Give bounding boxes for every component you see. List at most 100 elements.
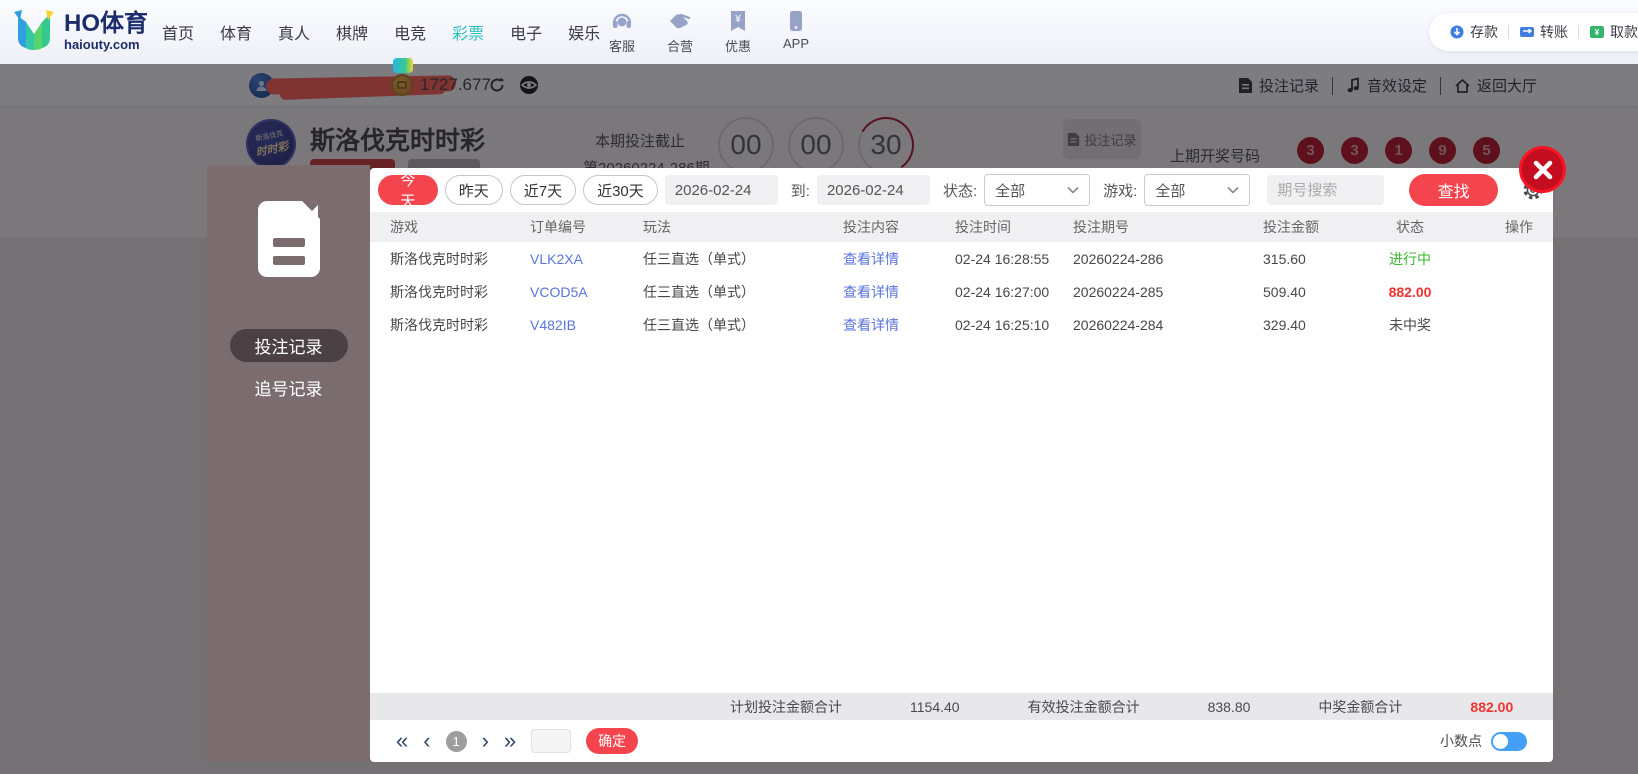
partner-button[interactable]: 合营: [658, 8, 702, 55]
bet-records-modal: 今天 昨天 近7天 近30天 到: 状态: 全部 游戏: 全部 查找 游戏 订单…: [370, 168, 1553, 762]
nav-cards[interactable]: 棋牌: [336, 20, 368, 44]
transfer-button[interactable]: 转账: [1519, 22, 1568, 42]
view-detail-link[interactable]: 查看详情: [843, 315, 955, 335]
col-status: 状态: [1396, 219, 1424, 235]
col-time: 投注时间: [955, 219, 1011, 235]
divider: [1578, 25, 1579, 39]
nav-entertainment[interactable]: 娱乐: [568, 20, 600, 44]
main-nav: 首页 体育 真人 棋牌 电竞 彩票 电子 娱乐: [162, 0, 600, 64]
cell-time: 02-24 16:28:55: [955, 250, 1050, 267]
status-select-value: 全部: [995, 182, 1026, 200]
filter-yesterday-button[interactable]: 昨天: [444, 175, 503, 205]
cell-amount: 315.60: [1263, 250, 1306, 267]
nav-sports[interactable]: 体育: [220, 20, 252, 44]
game-select[interactable]: 全部: [1144, 174, 1251, 206]
status-badge: 882.00: [1388, 283, 1432, 300]
prev-page-button[interactable]: ‹: [423, 730, 430, 752]
valid-total-label: 有效投注金额合计: [1027, 698, 1140, 715]
logo-title: HO体育: [64, 9, 148, 37]
win-total-value: 882.00: [1470, 698, 1514, 715]
cell-game: 斯洛伐克时时彩: [390, 250, 488, 267]
filter-bar: 今天 昨天 近7天 近30天 到: 状态: 全部 游戏: 全部 查找: [370, 168, 1553, 212]
deposit-button[interactable]: 存款: [1449, 22, 1498, 42]
partner-label: 合营: [666, 39, 693, 54]
cell-play: 任三直选（单式）: [643, 283, 755, 300]
page-jump-input[interactable]: [531, 729, 572, 753]
sidebar-item-chase-records[interactable]: 追号记录: [255, 375, 323, 400]
date-from-input[interactable]: [664, 175, 778, 205]
records-modal-sidebar: 投注记录 追号记录: [207, 165, 370, 762]
date-to-input[interactable]: [816, 175, 930, 205]
nav-slots[interactable]: 电子: [510, 20, 542, 44]
top-navbar: HO体育 haiouty.com 首页 体育 真人 棋牌 电竞 彩票 电子 娱乐…: [0, 0, 1638, 64]
confirm-page-button[interactable]: 确定: [586, 728, 639, 754]
handshake-icon: [667, 8, 693, 34]
promotions-label: 优惠: [724, 39, 751, 54]
transfer-label: 转账: [1540, 24, 1568, 40]
issue-search-input[interactable]: [1267, 175, 1385, 205]
order-link[interactable]: V482IB: [530, 317, 643, 333]
nav-lottery[interactable]: 彩票: [452, 20, 484, 44]
cell-time: 02-24 16:25:10: [955, 316, 1050, 333]
nav-home[interactable]: 首页: [162, 20, 194, 44]
col-issue: 投注期号: [1073, 219, 1129, 235]
chevron-down-icon: [1227, 186, 1239, 194]
customer-service-button[interactable]: 客服: [600, 8, 644, 55]
order-link[interactable]: VCOD5A: [530, 284, 643, 300]
svg-text:¥: ¥: [735, 14, 741, 25]
filter-today-button[interactable]: 今天: [378, 172, 438, 210]
current-page-badge[interactable]: 1: [445, 730, 467, 752]
first-page-button[interactable]: «: [396, 730, 408, 752]
cell-issue: 20260224-286: [1073, 250, 1164, 267]
table-header: 游戏 订单编号 玩法 投注内容 投注时间 投注期号 投注金额 状态 操作: [370, 212, 1553, 242]
nav-esports[interactable]: 电竞: [394, 20, 426, 44]
wallet-pill: 存款 转账 ¥ 取款: [1429, 13, 1638, 51]
order-link[interactable]: VLK2XA: [530, 251, 643, 267]
cell-amount: 329.40: [1263, 316, 1306, 333]
win-total-label: 中奖金额合计: [1318, 698, 1403, 715]
status-label: 状态:: [942, 182, 978, 200]
filter-last7-button[interactable]: 近7天: [509, 175, 577, 205]
site-logo[interactable]: HO体育 haiouty.com: [12, 8, 148, 54]
deposit-label: 存款: [1470, 24, 1498, 40]
next-page-button[interactable]: ›: [482, 730, 489, 752]
app-label: APP: [782, 36, 809, 51]
filter-last30-button[interactable]: 近30天: [583, 175, 658, 205]
logo-domain: haiouty.com: [64, 36, 140, 52]
view-detail-link[interactable]: 查看详情: [843, 282, 955, 302]
col-play: 玩法: [643, 219, 671, 235]
plan-total-value: 1154.40: [910, 698, 960, 715]
to-label: 到:: [790, 182, 810, 200]
pagination-bar: « ‹ 1 › » 确定 小数点: [370, 720, 1553, 762]
close-icon: [1533, 160, 1552, 179]
withdraw-icon: ¥: [1590, 26, 1604, 38]
view-detail-link[interactable]: 查看详情: [843, 249, 955, 269]
lottery-nav-indicator: [393, 58, 413, 73]
cell-issue: 20260224-284: [1073, 316, 1164, 333]
decimal-toggle[interactable]: [1491, 731, 1527, 751]
withdraw-button[interactable]: ¥ 取款: [1589, 22, 1638, 42]
promotions-button[interactable]: ¥ 优惠: [716, 8, 760, 55]
nav-live[interactable]: 真人: [278, 20, 310, 44]
records-document-icon: [257, 201, 320, 277]
cell-time: 02-24 16:27:00: [955, 283, 1050, 300]
table-row: 斯洛伐克时时彩 VCOD5A 任三直选（单式） 查看详情 02-24 16:27…: [370, 275, 1553, 308]
app-download-button[interactable]: APP: [774, 8, 818, 55]
close-modal-button[interactable]: [1519, 146, 1566, 193]
sidebar-item-bet-records[interactable]: 投注记录: [229, 329, 348, 362]
cell-play: 任三直选（单式）: [643, 316, 755, 333]
game-label: 游戏:: [1103, 182, 1138, 200]
deposit-icon: [1450, 25, 1464, 39]
status-select[interactable]: 全部: [984, 174, 1091, 206]
status-badge: 进行中: [1389, 250, 1431, 267]
last-page-button[interactable]: »: [504, 730, 516, 752]
customer-service-label: 客服: [608, 39, 635, 54]
divider: [1508, 25, 1509, 39]
summary-row: 计划投注金额合计 1154.40 有效投注金额合计 838.80 中奖金额合计 …: [370, 693, 1553, 720]
find-button[interactable]: 查找: [1409, 174, 1498, 206]
coupon-icon: ¥: [725, 8, 751, 34]
cell-amount: 509.40: [1263, 283, 1306, 300]
phone-icon: [783, 8, 809, 34]
quick-icons: 客服 合营 ¥ 优惠 APP: [600, 8, 818, 55]
valid-total-value: 838.80: [1207, 698, 1251, 715]
